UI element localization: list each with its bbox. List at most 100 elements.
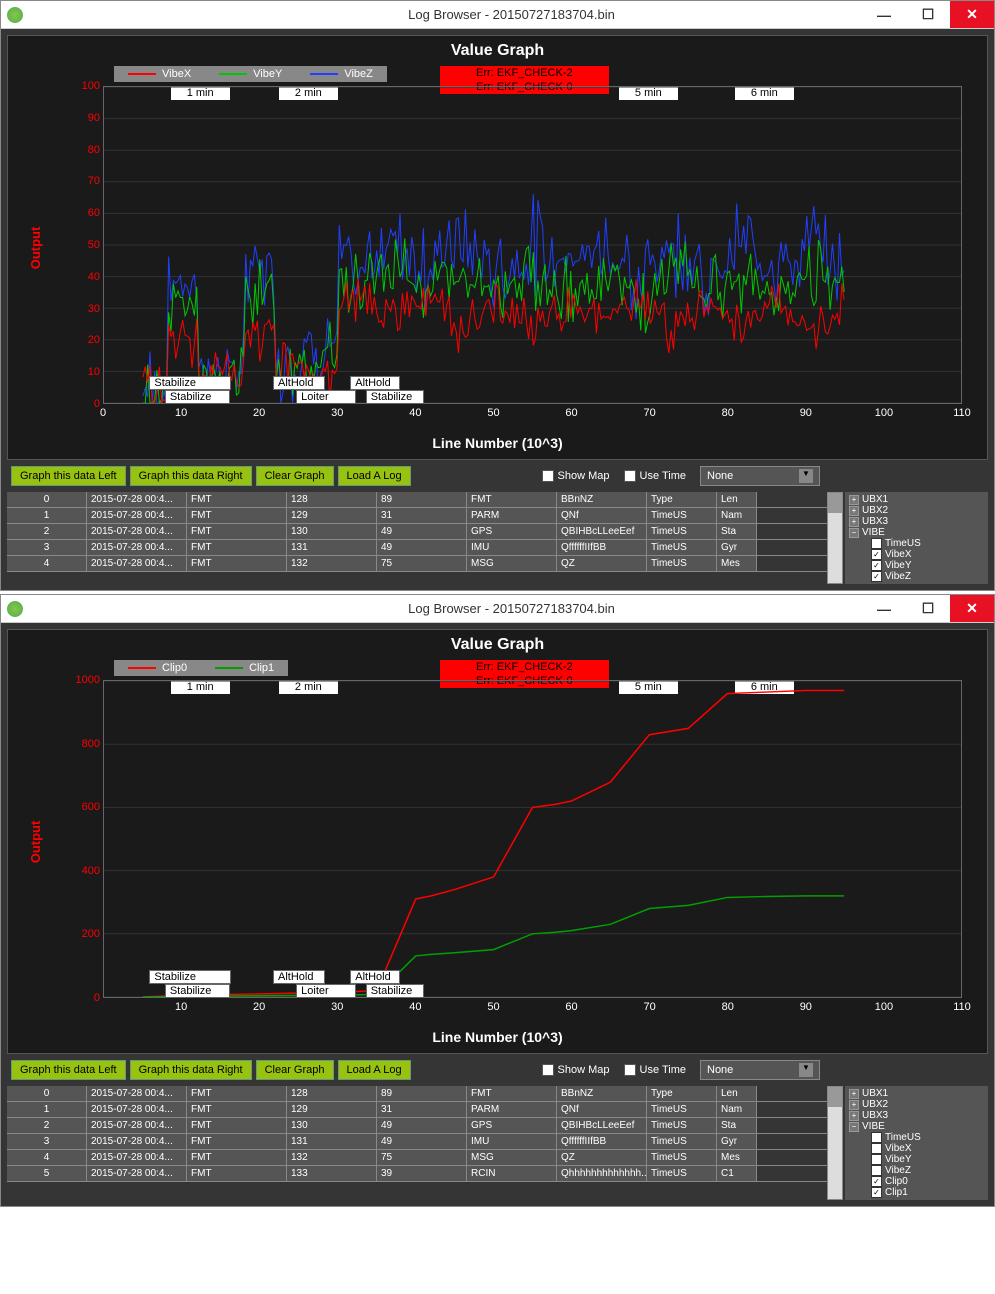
table-cell[interactable]: 31 [377,1102,467,1117]
table-cell[interactable]: 31 [377,508,467,523]
table-cell[interactable]: MSG [467,1150,557,1165]
legend-item[interactable]: Clip0 [114,660,201,676]
table-cell[interactable]: 39 [377,1166,467,1181]
table-cell[interactable]: Mes [717,1150,757,1165]
tree-item[interactable]: +UBX1 [847,1088,986,1099]
use-time-checkbox[interactable]: Use Time [624,470,686,482]
minimize-button[interactable]: — [862,595,906,622]
table-row[interactable]: 52015-07-28 00:4...FMT13339RCINQhhhhhhhh… [7,1166,827,1182]
table-cell[interactable]: 129 [287,1102,377,1117]
table-cell[interactable]: QBIHBcLLeeEef [557,524,647,539]
table-cell[interactable]: 2 [7,524,87,539]
table-row[interactable]: 02015-07-28 00:4...FMT12889FMTBBnNZTypeL… [7,492,827,508]
tree-child[interactable]: VibeY [869,1154,986,1165]
tree-item[interactable]: +UBX1 [847,494,986,505]
table-cell[interactable]: FMT [187,1166,287,1181]
show-map-checkbox[interactable]: Show Map [542,470,610,482]
table-cell[interactable]: QZ [557,556,647,571]
minimize-button[interactable]: — [862,1,906,28]
graph-right-button[interactable]: Graph this data Right [130,466,252,486]
table-cell[interactable]: 4 [7,1150,87,1165]
table-cell[interactable]: QffffffIIfBB [557,1134,647,1149]
table-row[interactable]: 12015-07-28 00:4...FMT12931PARMQNfTimeUS… [7,508,827,524]
tree-child[interactable]: ✓VibeY [869,560,986,571]
clear-graph-button[interactable]: Clear Graph [256,1060,334,1080]
tree-child[interactable]: VibeX [869,1143,986,1154]
tree-child[interactable]: ✓VibeX [869,549,986,560]
table-row[interactable]: 32015-07-28 00:4...FMT13149IMUQffffffIIf… [7,540,827,556]
table-cell[interactable]: Qhhhhhhhhhhhhh... [557,1166,647,1181]
table-cell[interactable]: PARM [467,1102,557,1117]
tree-child[interactable]: TimeUS [869,538,986,549]
table-cell[interactable]: 130 [287,1118,377,1133]
data-table[interactable]: 02015-07-28 00:4...FMT12889FMTBBnNZTypeL… [7,1086,827,1200]
table-cell[interactable]: TimeUS [647,524,717,539]
maximize-button[interactable]: ☐ [906,1,950,28]
table-cell[interactable]: 132 [287,556,377,571]
table-cell[interactable]: 2015-07-28 00:4... [87,492,187,507]
collapse-icon[interactable]: − [849,1122,859,1132]
table-cell[interactable]: FMT [467,492,557,507]
field-tree[interactable]: +UBX1+UBX2+UBX3−VIBETimeUS✓VibeX✓VibeY✓V… [843,492,988,584]
table-cell[interactable]: 0 [7,492,87,507]
table-cell[interactable]: TimeUS [647,1166,717,1181]
table-cell[interactable]: 128 [287,492,377,507]
close-button[interactable]: ✕ [950,595,994,622]
filter-dropdown[interactable]: None▼ [700,466,820,486]
table-cell[interactable]: RCIN [467,1166,557,1181]
checkbox-icon[interactable]: ✓ [871,549,882,560]
table-cell[interactable]: Type [647,1086,717,1101]
scrollbar[interactable] [827,492,843,584]
checkbox-icon[interactable]: ✓ [871,560,882,571]
table-cell[interactable]: TimeUS [647,1102,717,1117]
table-cell[interactable]: 129 [287,508,377,523]
legend-item[interactable]: VibeZ [296,66,387,82]
table-cell[interactable]: FMT [187,1134,287,1149]
data-table[interactable]: 02015-07-28 00:4...FMT12889FMTBBnNZTypeL… [7,492,827,584]
table-cell[interactable]: MSG [467,556,557,571]
table-cell[interactable]: 2015-07-28 00:4... [87,556,187,571]
legend-item[interactable]: VibeX [114,66,205,82]
table-cell[interactable]: TimeUS [647,556,717,571]
table-cell[interactable]: 49 [377,1134,467,1149]
table-cell[interactable]: 131 [287,1134,377,1149]
table-cell[interactable]: Gyr [717,540,757,555]
table-cell[interactable]: 2015-07-28 00:4... [87,508,187,523]
table-cell[interactable]: 75 [377,556,467,571]
table-cell[interactable]: TimeUS [647,540,717,555]
table-cell[interactable]: 89 [377,492,467,507]
table-cell[interactable]: C1 [717,1166,757,1181]
tree-item[interactable]: +UBX2 [847,505,986,516]
tree-item[interactable]: +UBX3 [847,516,986,527]
checkbox-icon[interactable]: ✓ [871,1176,882,1187]
table-cell[interactable]: FMT [467,1086,557,1101]
plot-area[interactable] [103,86,962,404]
table-cell[interactable]: Sta [717,524,757,539]
plot-area[interactable] [103,680,962,998]
table-cell[interactable]: 75 [377,1150,467,1165]
table-cell[interactable]: FMT [187,1118,287,1133]
table-cell[interactable]: FMT [187,492,287,507]
table-cell[interactable]: 0 [7,1086,87,1101]
checkbox-icon[interactable] [871,1154,882,1165]
expand-icon[interactable]: + [849,506,859,516]
expand-icon[interactable]: + [849,1089,859,1099]
expand-icon[interactable]: + [849,495,859,505]
table-cell[interactable]: Mes [717,556,757,571]
table-cell[interactable]: QNf [557,508,647,523]
field-tree[interactable]: +UBX1+UBX2+UBX3−VIBETimeUSVibeXVibeYVibe… [843,1086,988,1200]
checkbox-icon[interactable]: ✓ [871,1187,882,1198]
table-row[interactable]: 22015-07-28 00:4...FMT13049GPSQBIHBcLLee… [7,524,827,540]
table-cell[interactable]: 2015-07-28 00:4... [87,524,187,539]
table-cell[interactable]: Len [717,1086,757,1101]
table-row[interactable]: 12015-07-28 00:4...FMT12931PARMQNfTimeUS… [7,1102,827,1118]
table-cell[interactable]: FMT [187,1150,287,1165]
graph-right-button[interactable]: Graph this data Right [130,1060,252,1080]
checkbox-icon[interactable] [871,538,882,549]
table-cell[interactable]: 131 [287,540,377,555]
table-cell[interactable]: FMT [187,1102,287,1117]
table-cell[interactable]: FMT [187,1086,287,1101]
expand-icon[interactable]: + [849,1111,859,1121]
checkbox-icon[interactable] [871,1165,882,1176]
tree-item[interactable]: −VIBE [847,1121,986,1132]
